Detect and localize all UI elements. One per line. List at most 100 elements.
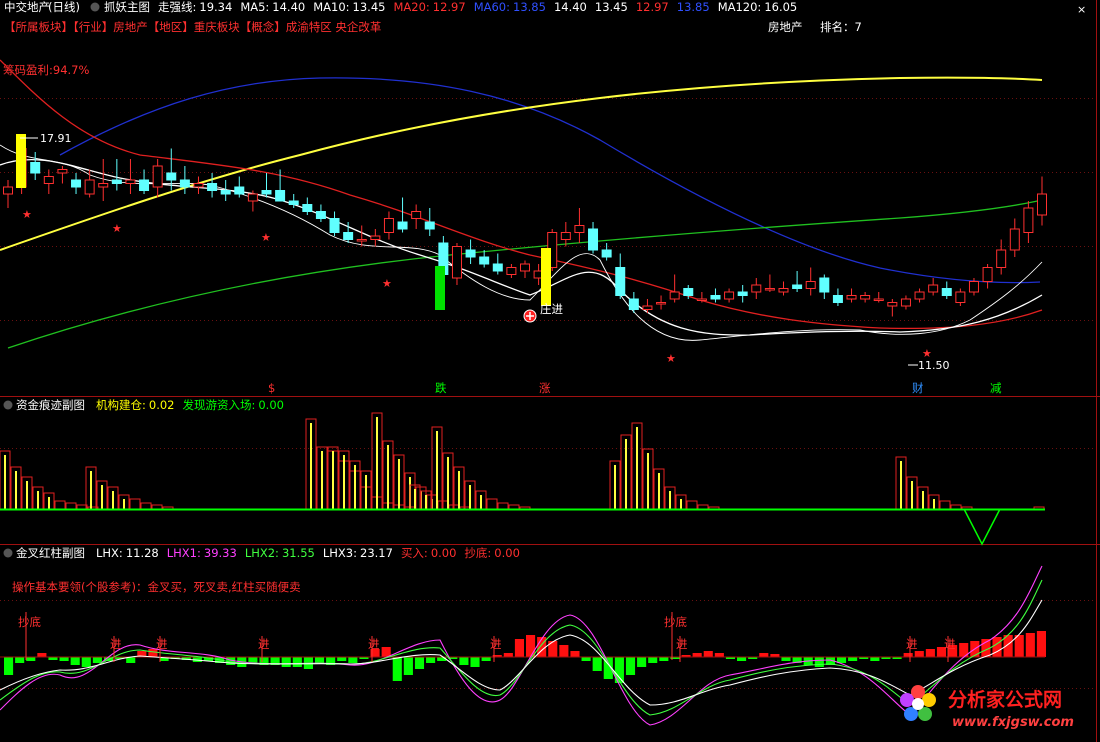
candle-body	[479, 256, 490, 265]
bottom-signal-label: 抄底	[18, 615, 41, 629]
cross-bar	[514, 639, 524, 657]
star-icon: ★	[261, 231, 271, 244]
buy-signal-label: 进	[110, 637, 122, 651]
candle-body	[451, 246, 462, 279]
stock-name[interactable]: 中交地产	[4, 0, 50, 14]
cross-bar	[426, 657, 436, 663]
candle-body	[588, 228, 599, 251]
signal-label: 庄进	[540, 302, 563, 316]
cross-bar	[459, 657, 469, 665]
cross-bar	[637, 657, 647, 667]
candle-body	[465, 249, 476, 258]
operation-note: 操作基本要领(个股参考)：金叉买，死叉卖,红柱买随便卖	[12, 580, 301, 594]
stat-value: 19.34	[199, 0, 232, 14]
star-icon: ★	[382, 277, 392, 290]
candle-body	[424, 221, 435, 230]
buy-signal-label: 进	[156, 637, 168, 651]
cross-bar	[481, 657, 491, 661]
stat-value: 0.02	[149, 398, 175, 412]
stat-value: 13.45	[595, 0, 628, 14]
cross-bar	[81, 657, 91, 667]
cross-bar	[314, 657, 325, 663]
bottom-marker: $	[268, 381, 275, 395]
candle-body	[615, 267, 626, 296]
cross-bar	[470, 657, 480, 667]
stat-label: 抄底:	[464, 546, 491, 560]
stock-chart[interactable]: 中交地产 (日线) 抓妖主图 走强线: 19.34 MA5: 14.40 MA10: 13…	[0, 0, 1100, 742]
stat-value: 31.55	[282, 546, 315, 560]
stat-label: MA20:	[393, 0, 429, 14]
settings-icon[interactable]	[90, 2, 100, 12]
cross-bar	[281, 657, 291, 667]
stat-value: 0.00	[494, 546, 520, 560]
stat-value: 0.00	[431, 546, 457, 560]
stat-value: 12.97	[433, 0, 466, 14]
candle-body	[751, 284, 762, 293]
candle-body	[560, 232, 571, 240]
stat-label: MA10:	[313, 0, 349, 14]
candle-body	[996, 249, 1007, 268]
cross-bar	[403, 657, 413, 675]
candle-body	[275, 190, 286, 202]
cross-panel-name[interactable]: 金叉红柱副图	[16, 546, 85, 560]
candle-body	[383, 218, 394, 233]
cross-bar	[1036, 631, 1046, 657]
close-icon[interactable]: ×	[1077, 3, 1086, 16]
cross-bar	[781, 657, 791, 661]
fund-panel-name[interactable]: 资金痕迹副图	[16, 398, 85, 412]
stat-label: MA5:	[240, 0, 269, 14]
settings-icon[interactable]	[3, 400, 13, 410]
buy-signal-label: 进	[944, 637, 956, 651]
cross-bar	[92, 657, 102, 663]
settings-icon[interactable]	[3, 548, 13, 558]
cross-bar	[503, 653, 513, 657]
candle-body	[43, 176, 54, 184]
candle-body	[234, 186, 245, 195]
candle-body	[315, 211, 326, 219]
rank-label: 排名：7	[820, 20, 862, 34]
bottom-signal-label: 抄底	[664, 615, 687, 629]
candle-body	[179, 179, 190, 188]
stat-label: LHX1:	[167, 546, 201, 560]
watermark-name: 分析家公式网	[948, 688, 1062, 711]
candle-body	[696, 298, 707, 301]
cross-bar	[581, 657, 591, 661]
bottom-marker: 跌	[435, 381, 447, 395]
candle-body	[84, 179, 95, 195]
stat-value: 14.40	[554, 0, 587, 14]
stat-label: LHX:	[96, 546, 123, 560]
candle-body	[846, 295, 857, 300]
candle-body	[601, 249, 612, 258]
candle-body	[57, 169, 68, 174]
candle-body	[574, 225, 585, 233]
cross-bar	[903, 653, 913, 657]
stat-value: 39.33	[204, 546, 237, 560]
cross-bar	[4, 657, 14, 675]
indicator-name[interactable]: 抓妖主图	[104, 0, 150, 14]
high-price-label: 17.91	[40, 132, 72, 145]
cross-bar	[414, 657, 425, 669]
candle-body	[356, 239, 367, 242]
candle-body	[737, 291, 748, 296]
candle-body	[710, 295, 721, 300]
candle-body	[724, 291, 735, 300]
candle-body	[669, 291, 680, 300]
candle-body	[683, 288, 694, 296]
candle-body	[778, 288, 789, 293]
buy-signal-label: 进	[258, 637, 270, 651]
cross-bar	[814, 657, 824, 667]
stat-value: 13.85	[677, 0, 710, 14]
cross-bar	[70, 657, 80, 665]
cross-bar	[592, 657, 602, 671]
stat-value: 13.85	[513, 0, 546, 14]
cross-bar	[37, 653, 47, 657]
cross-bar	[248, 657, 258, 663]
stat-label: 买入:	[401, 546, 428, 560]
cross-bar	[714, 653, 724, 657]
stat-value: 0.00	[258, 398, 284, 412]
stat-label: MA120:	[718, 0, 762, 14]
cross-bar	[914, 651, 924, 657]
cross-bar	[526, 635, 536, 657]
cross-bar	[559, 645, 569, 657]
bottom-marker: 财	[912, 381, 924, 395]
